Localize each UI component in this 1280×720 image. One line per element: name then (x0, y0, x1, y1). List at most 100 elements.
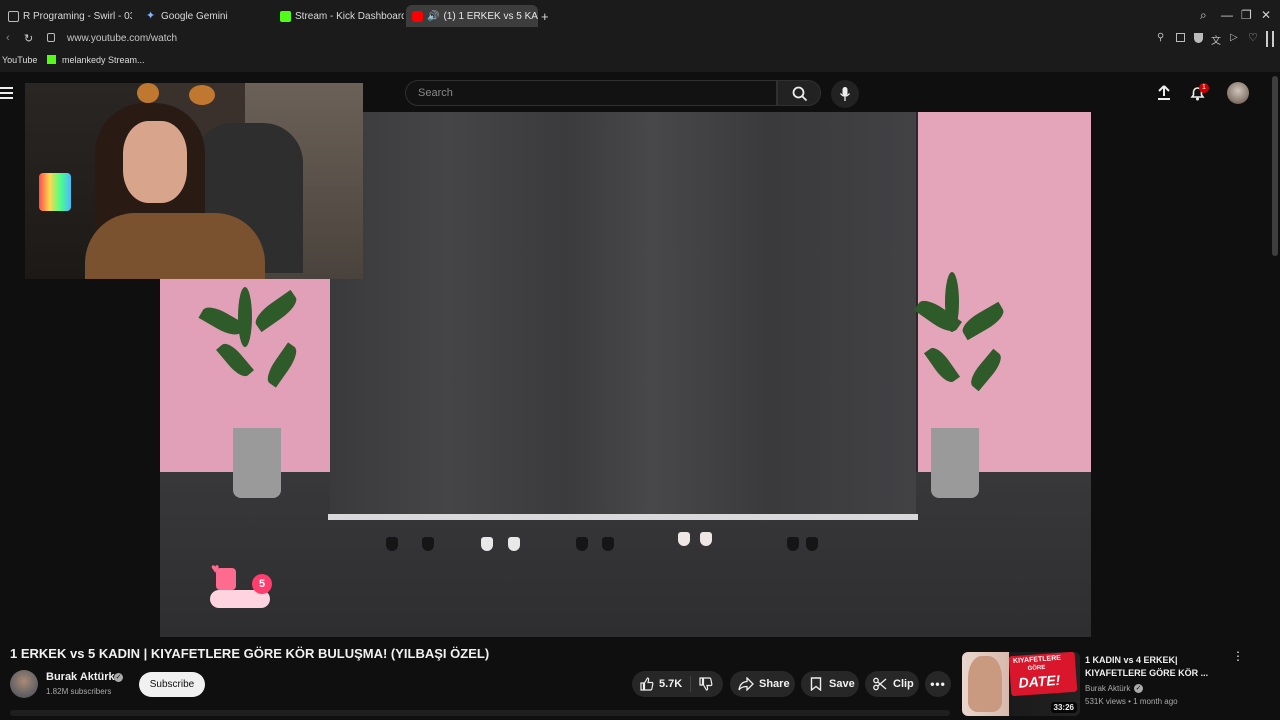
notification-badge: 1 (1199, 83, 1209, 93)
more-horizontal-icon: ••• (930, 677, 946, 691)
recommended-video-thumbnail[interactable]: KIYAFETLERE GÖRE DATE! 33:26 (962, 652, 1080, 716)
thumbnail-person (968, 656, 1002, 712)
sidebar-toggle-icon[interactable] (1266, 31, 1268, 47)
back-icon[interactable]: ‹ (6, 32, 10, 44)
translate-icon[interactable]: 文 (1211, 32, 1221, 47)
verified-icon: ✓ (1134, 684, 1143, 693)
plant-leaf (945, 272, 959, 332)
search-tabs-icon[interactable]: ⌕ (1200, 8, 1207, 23)
restore-icon[interactable]: ❐ (1241, 8, 1252, 22)
channel-name[interactable]: Burak Aktürk (46, 671, 115, 683)
streamer-webcam-overlay (25, 83, 363, 279)
tab-r-programming[interactable]: R Programing - Swirl - 03. (8, 5, 132, 27)
page-scrollbar[interactable] (1272, 76, 1278, 256)
bookmark-icon (810, 677, 822, 691)
shoe (787, 537, 799, 551)
voice-search-button[interactable] (831, 80, 859, 108)
more-vertical-icon[interactable]: ⋮ (1232, 650, 1244, 662)
tab-google-gemini[interactable]: ✦ Google Gemini (146, 5, 266, 27)
dislike-button[interactable] (699, 677, 713, 691)
recommended-video-title[interactable]: 1 KADIN vs 4 ERKEK| KIYAFETLERE GÖRE KÖR… (1085, 654, 1215, 680)
shoe (481, 537, 493, 551)
tab-youtube-video[interactable]: 🔊 (1) 1 ERKEK vs 5 KADIN (406, 5, 538, 27)
sweater (85, 213, 265, 279)
face (123, 121, 187, 203)
shoe (678, 532, 690, 546)
shoe (508, 537, 520, 551)
reload-icon[interactable]: ↻ (24, 32, 33, 45)
description-box-edge (10, 710, 950, 716)
bookmark-youtube[interactable]: YouTube (2, 55, 37, 65)
search-icon (792, 86, 808, 102)
browser-tab-strip: R Programing - Swirl - 03. ✦ Google Gemi… (0, 0, 1280, 30)
curtain-bar (328, 514, 918, 520)
video-title: 1 ERKEK vs 5 KADIN | KIYAFETLERE GÖRE KÖ… (10, 646, 490, 661)
notifications-button[interactable]: 1 (1190, 83, 1210, 104)
plant-pot (233, 428, 281, 498)
reindeer-headband (189, 85, 215, 105)
share-icon (738, 677, 754, 691)
plant-leaf (238, 287, 252, 347)
share-button[interactable]: Share (730, 671, 795, 697)
kick-icon (280, 10, 291, 22)
subscribe-button[interactable]: Subscribe (139, 672, 205, 697)
heart-icon: ♥ (211, 560, 220, 576)
shoe (422, 537, 434, 551)
shield-icon[interactable] (1194, 33, 1203, 43)
tab-label: (1) 1 ERKEK vs 5 KADIN (443, 10, 538, 22)
shoe (700, 532, 712, 546)
plant-pot (931, 428, 979, 498)
shoe (386, 537, 398, 551)
address-bar: ‹ ↻ www.youtube.com/watch ⚲ 文 ▷ ♡ (0, 30, 1280, 50)
bookmark-melankedy-stream[interactable]: melankedy Stream... (62, 55, 145, 65)
sidebar-toggle-icon[interactable] (1272, 31, 1274, 47)
clip-button[interactable]: Clip (865, 671, 919, 697)
shoe (806, 537, 818, 551)
black-curtain (330, 112, 916, 520)
recommended-video-meta: 531K views • 1 month ago (1085, 697, 1178, 706)
heart-icon[interactable]: ♡ (1248, 31, 1258, 44)
kick-icon (47, 55, 56, 64)
url-field[interactable]: www.youtube.com/watch (67, 33, 177, 44)
divider (690, 676, 691, 692)
search-button[interactable] (777, 80, 821, 106)
more-actions-button[interactable]: ••• (925, 671, 951, 697)
shoe (602, 537, 614, 551)
reindeer-headband (137, 83, 159, 103)
like-count: 5.7K (659, 678, 683, 690)
youtube-icon (412, 10, 423, 22)
play-icon[interactable]: ▷ (1230, 32, 1238, 43)
screenshot-icon[interactable] (1176, 33, 1185, 42)
close-window-icon[interactable]: ✕ (1261, 8, 1271, 22)
save-button[interactable]: Save (801, 671, 859, 697)
search-input[interactable]: Search (405, 80, 777, 106)
shoe (576, 537, 588, 551)
pin-icon[interactable]: ⚲ (1157, 32, 1164, 43)
channel-avatar[interactable] (10, 670, 38, 698)
verified-icon: ✓ (114, 673, 123, 682)
lock-icon (47, 33, 55, 42)
minimize-icon[interactable]: — (1221, 8, 1233, 22)
thumbnail-banner: KIYAFETLERE GÖRE DATE! (1008, 652, 1078, 697)
account-avatar[interactable] (1227, 82, 1249, 104)
video-duration: 33:26 (1050, 702, 1077, 713)
recommended-channel-name[interactable]: Burak Aktürk (1085, 684, 1130, 693)
tab-label: Google Gemini (161, 10, 228, 22)
bookmarks-bar: YouTube melankedy Stream... (0, 50, 1280, 72)
tab-label: R Programing - Swirl - 03. (23, 10, 132, 22)
new-tab-button[interactable]: + (541, 5, 549, 27)
hamburger-menu-icon[interactable] (0, 87, 13, 99)
like-dislike-group: 5.7K (632, 671, 723, 697)
volume-sticker: 5 ♥ (208, 560, 276, 614)
thumbs-up-icon (640, 677, 654, 691)
page-icon (8, 10, 19, 22)
search-placeholder: Search (418, 87, 453, 99)
upload-icon[interactable] (1157, 85, 1171, 100)
tab-kick-dashboard[interactable]: Stream - Kick Dashboard (280, 5, 404, 27)
volume-level-badge: 5 (252, 574, 272, 594)
microphone-icon (839, 87, 851, 101)
rgb-lamp (39, 173, 71, 211)
subscriber-count: 1.82M subscribers (46, 687, 112, 696)
like-button[interactable]: 5.7K (632, 671, 690, 697)
tab-label: Stream - Kick Dashboard (295, 10, 404, 22)
